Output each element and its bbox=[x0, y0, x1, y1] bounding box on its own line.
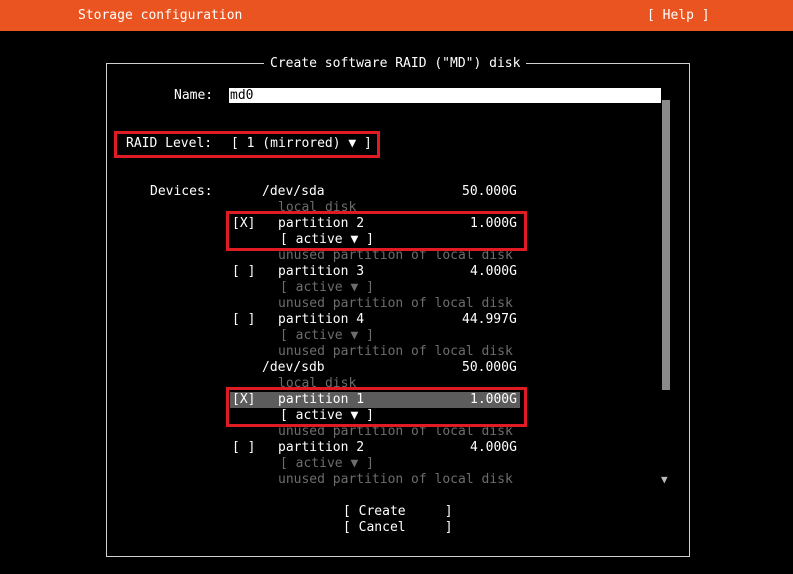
scroll-down-icon[interactable]: ▼ bbox=[661, 472, 668, 488]
partition-name: partition 3 bbox=[278, 264, 365, 279]
partition-checkbox[interactable]: [ ] bbox=[232, 440, 255, 456]
partition-description: unused partition of local disk bbox=[278, 344, 513, 359]
partition-size: 4.000G bbox=[470, 440, 517, 455]
partition-name: partition 2 bbox=[278, 440, 365, 455]
partition-status-select[interactable]: [ active ▼ ] bbox=[280, 328, 374, 344]
partition-description: unused partition of local disk bbox=[278, 296, 513, 311]
highlight-sda-partition-2 bbox=[226, 211, 527, 251]
partition-status-select[interactable]: [ active ▼ ] bbox=[280, 456, 374, 472]
disk-size: 50.000G bbox=[462, 360, 517, 375]
screen-title: Storage configuration bbox=[78, 8, 243, 23]
name-label: Name: bbox=[174, 88, 214, 103]
partition-checkbox[interactable]: [ ] bbox=[232, 264, 255, 280]
help-button[interactable]: [ Help ] bbox=[647, 8, 710, 24]
partition-checkbox[interactable]: [ ] bbox=[232, 312, 255, 328]
cancel-button[interactable]: [ Cancel ] bbox=[343, 520, 453, 536]
create-button[interactable]: [ Create ] bbox=[343, 504, 453, 520]
dialog-title: Create software RAID ("MD") disk bbox=[264, 56, 527, 72]
highlight-raid-level bbox=[114, 131, 380, 158]
partition-size: 4.000G bbox=[470, 264, 517, 279]
highlight-sdb-partition-1 bbox=[226, 387, 527, 427]
disk-size: 50.000G bbox=[462, 184, 517, 199]
devices-label: Devices: bbox=[150, 184, 213, 199]
partition-name: partition 4 bbox=[278, 312, 365, 327]
name-input[interactable] bbox=[229, 88, 661, 103]
partition-description: unused partition of local disk bbox=[278, 472, 513, 487]
partition-size: 44.997G bbox=[462, 312, 517, 327]
scroll-up-icon[interactable]: ▲ bbox=[661, 88, 668, 104]
disk-name: /dev/sdb bbox=[262, 360, 325, 375]
disk-name: /dev/sda bbox=[262, 184, 325, 199]
scrollbar[interactable] bbox=[662, 100, 670, 390]
partition-status-select[interactable]: [ active ▼ ] bbox=[280, 280, 374, 296]
